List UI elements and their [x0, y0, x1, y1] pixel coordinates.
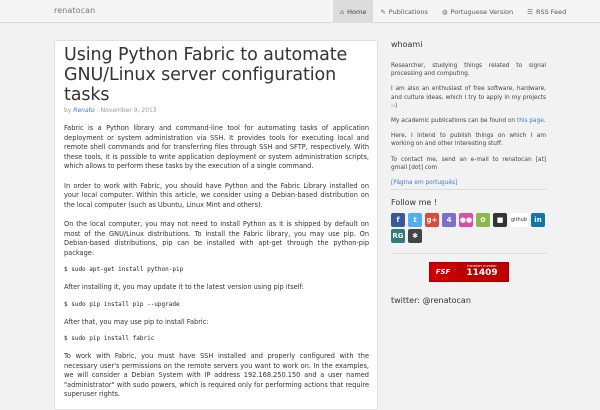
post-date: - November 9, 2013: [94, 107, 157, 114]
post-meta: by Renato - November 9, 2013: [64, 107, 369, 114]
meta-by: by: [64, 107, 72, 114]
facebook-icon[interactable]: f: [391, 213, 405, 227]
whoami-section: whoami Researcher, studying things relat…: [391, 40, 546, 190]
post-paragraph-4: After installing it, you may update it t…: [64, 283, 304, 291]
follow-heading: Follow me !: [391, 198, 438, 207]
whoami-text-6: [Página em português]: [391, 179, 546, 187]
nav-item-home[interactable]: ⌂ Home: [333, 0, 374, 23]
post-card: Using Python Fabric to automate GNU/Linu…: [54, 40, 378, 410]
twitter-icon[interactable]: t: [408, 213, 422, 227]
follow-section: Follow me ! f t g+ 4 ●● ✿ ■ github in RG ✱: [391, 198, 546, 254]
whoami-text-3: My academic publications can be found on…: [391, 118, 546, 125]
researchgate-icon[interactable]: RG: [391, 229, 405, 243]
nav-item-publications[interactable]: ✎ Publications: [373, 0, 435, 23]
sidebar: whoami Researcher, studying things relat…: [391, 40, 546, 305]
social-icons: f t g+ 4 ●● ✿ ■ github in RG ✱: [391, 213, 546, 243]
post-title[interactable]: Using Python Fabric to automate GNU/Linu…: [64, 45, 369, 105]
portuguese-page-link[interactable]: [Página em português]: [391, 180, 457, 186]
nav-item-label: Home: [347, 7, 367, 16]
whoami-heading: whoami: [391, 40, 423, 49]
main-nav: ⌂ Home ✎ Publications ◍ Portuguese Version ☰ RS…: [333, 0, 573, 23]
post-body: Fabric is a Python library and command-l…: [64, 124, 369, 400]
whoami-text-5: To contact me, send an e-mail to renatoc…: [391, 156, 546, 171]
picasa-icon[interactable]: ✿: [476, 213, 490, 227]
post-paragraph-1: Fabric is a Python library and command-l…: [64, 124, 369, 170]
linkedin-icon[interactable]: in: [531, 213, 545, 227]
social-row-2: RG ✱: [391, 229, 546, 243]
rss-icon: ☰: [527, 7, 533, 16]
delicious-icon[interactable]: ■: [493, 213, 507, 227]
code-install-pip: $ sudo apt-get install python-pip: [64, 266, 184, 273]
nav-item-label: RSS Feed: [535, 7, 567, 16]
nav-item-label: Publications: [388, 7, 428, 16]
github-icon[interactable]: github: [510, 213, 528, 227]
whoami-text-2: I am also an enthusiast of free software…: [391, 86, 546, 109]
googleplus-icon[interactable]: g+: [425, 213, 439, 227]
code-install-fabric: $ sudo pip install fabric: [64, 335, 155, 342]
foursquare-icon[interactable]: 4: [442, 213, 456, 227]
social-row-1: f t g+ 4 ●● ✿ ■ github in: [391, 213, 546, 227]
flickr-icon[interactable]: ●●: [459, 213, 473, 227]
fsf-member-badge[interactable]: FSF member number 11409: [429, 262, 509, 282]
twitter-section: twitter: @renatocan: [391, 296, 546, 305]
post-paragraph-6: To work with Fabric, you must have SSH i…: [64, 352, 369, 398]
pencil-icon: ✎: [380, 7, 386, 16]
author-link[interactable]: Renato: [73, 107, 94, 114]
publications-page-link[interactable]: this page: [517, 118, 544, 124]
post-paragraph-5: After that, you may use pip to install F…: [64, 317, 209, 326]
globe-icon: ◍: [441, 7, 448, 16]
post-paragraph-3: On the local computer, you may not need …: [64, 220, 369, 257]
fsf-member-number: 11409: [466, 268, 498, 278]
fsf-logo: FSF: [430, 263, 456, 281]
top-navbar: renatocan ⌂ Home ✎ Publications ◍ Portuguese …: [0, 0, 600, 23]
fsf-number-box: member number 11409: [456, 263, 508, 281]
post-paragraph-2: In order to work with Fabric, you should…: [64, 181, 369, 209]
whoami-text-4: Here, I intend to publish things on whic…: [391, 133, 546, 148]
site-brand[interactable]: renatocan: [54, 6, 95, 15]
nav-item-portuguese-version[interactable]: ◍ Portuguese Version: [435, 0, 520, 23]
nav-item-rss-feed[interactable]: ☰ RSS Feed: [520, 0, 573, 23]
twitter-heading: twitter: @renatocan: [391, 296, 471, 305]
home-icon: ⌂: [340, 7, 345, 16]
code-upgrade-pip: $ sudo pip install pip --upgrade: [64, 300, 180, 308]
star-icon[interactable]: ✱: [408, 229, 422, 243]
nav-item-label: Portuguese Version: [450, 7, 514, 16]
whoami-text-1: Researcher, studying things related to s…: [391, 63, 546, 78]
